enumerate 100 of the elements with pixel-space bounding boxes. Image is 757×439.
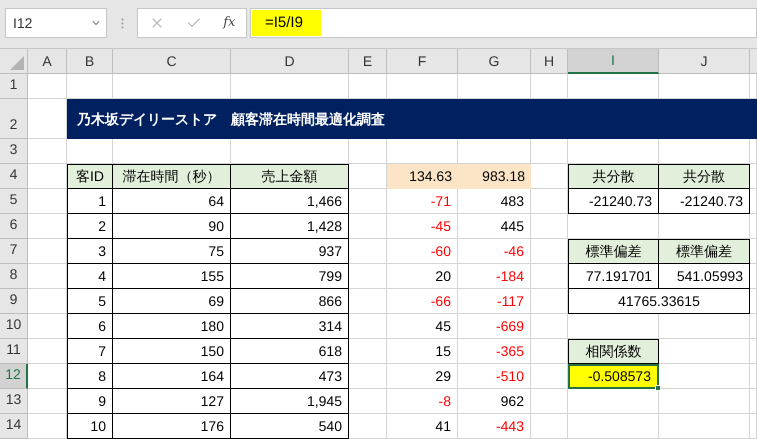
empty-cell[interactable]: [750, 189, 757, 214]
row-heading[interactable]: 4: [0, 164, 28, 189]
table-cell: 10: [67, 414, 113, 439]
empty-cell[interactable]: [349, 214, 387, 239]
empty-cell[interactable]: [750, 339, 757, 364]
empty-cell[interactable]: [531, 414, 568, 439]
row-heading[interactable]: 8: [0, 264, 28, 289]
empty-cell[interactable]: [531, 214, 568, 239]
table-cell: 164: [113, 364, 231, 389]
empty-cell[interactable]: [349, 289, 387, 314]
deviation-cell: -46: [458, 239, 531, 264]
empty-cell[interactable]: [531, 189, 568, 214]
empty-cell[interactable]: [659, 314, 750, 339]
table-cell: 64: [113, 189, 231, 214]
empty-cell[interactable]: [750, 414, 757, 439]
empty-cell[interactable]: [659, 389, 750, 414]
table-cell: 75: [113, 239, 231, 264]
column-heading[interactable]: C: [113, 49, 231, 74]
select-all-corner[interactable]: [0, 49, 28, 74]
table-cell: 618: [231, 339, 349, 364]
deviation-cell: -365: [458, 339, 531, 364]
table-cell: 2: [67, 214, 113, 239]
empty-cell[interactable]: [659, 414, 750, 439]
covariance-header: 共分散: [568, 164, 659, 189]
row-heading[interactable]: 9: [0, 289, 28, 314]
column-heading[interactable]: F: [387, 49, 458, 74]
empty-cell[interactable]: [750, 364, 757, 389]
correlation-header: 相関係数: [568, 339, 659, 364]
empty-cell[interactable]: [349, 314, 387, 339]
table-cell: 1: [67, 189, 113, 214]
column-heading[interactable]: J: [659, 49, 750, 74]
empty-cell[interactable]: [750, 289, 757, 314]
table-cell: 90: [113, 214, 231, 239]
empty-cell[interactable]: [531, 264, 568, 289]
empty-cell[interactable]: [349, 239, 387, 264]
empty-cell[interactable]: [531, 314, 568, 339]
column-heading[interactable]: [750, 49, 757, 74]
column-heading[interactable]: H: [531, 49, 568, 74]
empty-cell[interactable]: [349, 414, 387, 439]
empty-cell[interactable]: [531, 289, 568, 314]
column-heading[interactable]: A: [28, 49, 67, 74]
deviation-cell: -45: [387, 214, 458, 239]
row-heading[interactable]: 5: [0, 189, 28, 214]
row-heading[interactable]: 10: [0, 314, 28, 339]
empty-cell[interactable]: [349, 189, 387, 214]
fill-handle-icon[interactable]: [655, 385, 661, 391]
empty-cell[interactable]: [349, 389, 387, 414]
column-heading[interactable]: B: [67, 49, 113, 74]
table-cell: 7: [67, 339, 113, 364]
deviation-cell: 445: [458, 214, 531, 239]
empty-cell[interactable]: [750, 214, 757, 239]
table-cell: 540: [231, 414, 349, 439]
table-cell: 1,428: [231, 214, 349, 239]
row-heading[interactable]: 13: [0, 389, 28, 414]
table-cell: 4: [67, 264, 113, 289]
mean-cell: 134.63: [387, 164, 458, 189]
deviation-cell: -71: [387, 189, 458, 214]
column-heading[interactable]: G: [458, 49, 531, 74]
deviation-cell: 15: [387, 339, 458, 364]
empty-cell[interactable]: [349, 364, 387, 389]
formula-text: =I5/I9: [252, 10, 321, 36]
insert-function-button[interactable]: fx: [223, 13, 236, 33]
empty-cell[interactable]: [349, 339, 387, 364]
deviation-cell: -669: [458, 314, 531, 339]
empty-cell[interactable]: [349, 264, 387, 289]
deviation-cell: 483: [458, 189, 531, 214]
row-heading[interactable]: 11: [0, 339, 28, 364]
column-heading[interactable]: D: [231, 49, 349, 74]
deviation-cell: -117: [458, 289, 531, 314]
table-cell: 6: [67, 314, 113, 339]
empty-cell[interactable]: [750, 264, 757, 289]
table-cell: 1,945: [231, 389, 349, 414]
row-heading[interactable]: 2: [0, 99, 28, 139]
std-dev-header: 標準偏差: [568, 239, 659, 264]
column-heading[interactable]: I: [568, 49, 659, 74]
row-heading[interactable]: 1: [0, 74, 28, 99]
table-cell: 937: [231, 239, 349, 264]
formula-field[interactable]: =I5/I9: [250, 8, 757, 38]
empty-cell[interactable]: [568, 414, 659, 439]
row-heading[interactable]: 12: [0, 364, 28, 389]
table-cell: 127: [113, 389, 231, 414]
row-heading[interactable]: 6: [0, 214, 28, 239]
deviation-cell: 41: [387, 414, 458, 439]
empty-cell[interactable]: [750, 389, 757, 414]
covariance-cell: -21240.73: [568, 189, 659, 214]
empty-cell[interactable]: [531, 389, 568, 414]
name-box[interactable]: I12: [5, 8, 107, 38]
std-dev-cell: 77.191701: [568, 264, 659, 289]
std-dev-cell: 541.05993: [659, 264, 750, 289]
column-heading[interactable]: E: [349, 49, 387, 74]
row-heading[interactable]: 14: [0, 414, 28, 439]
row-heading[interactable]: 3: [0, 139, 28, 164]
table-cell: 3: [67, 239, 113, 264]
empty-cell[interactable]: [750, 314, 757, 339]
deviation-cell: -66: [387, 289, 458, 314]
std-dev-header: 標準偏差: [659, 239, 750, 264]
correlation-cell[interactable]: -0.508573: [568, 364, 659, 389]
column-header-cell: 客ID: [67, 164, 113, 189]
covariance-cell: -21240.73: [659, 189, 750, 214]
row-heading[interactable]: 7: [0, 239, 28, 264]
